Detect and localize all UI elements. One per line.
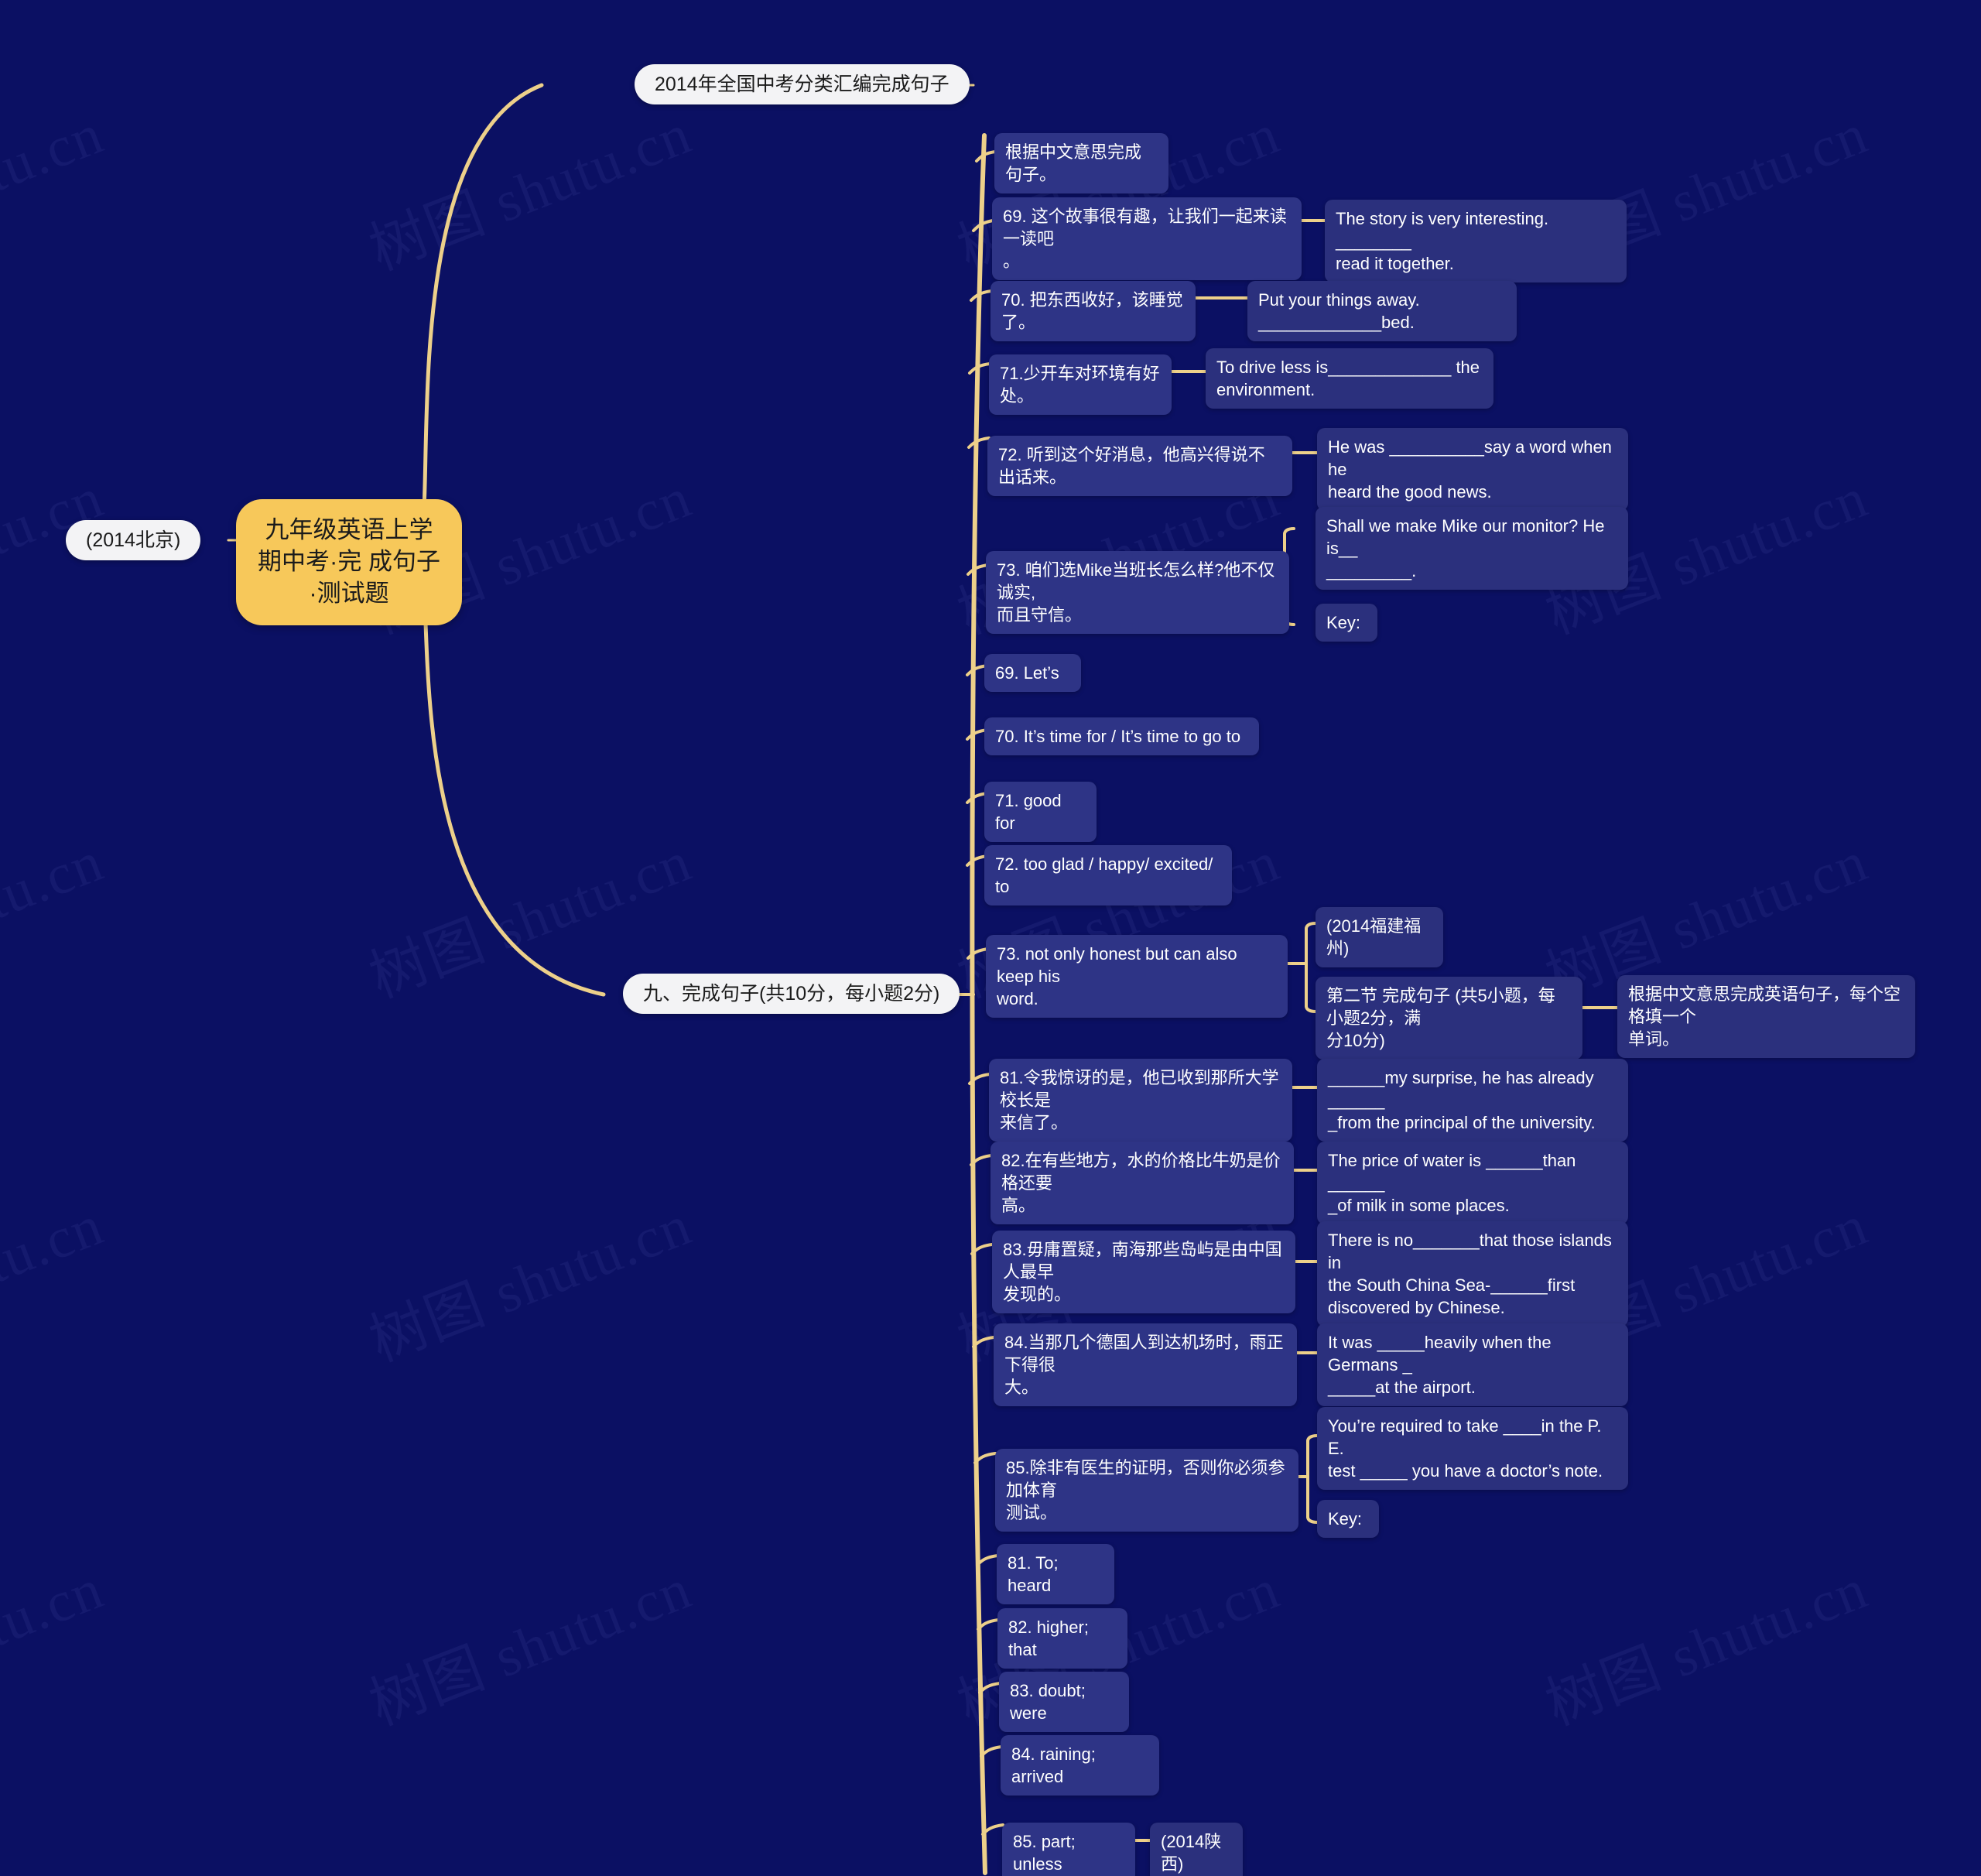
- root-node[interactable]: 九年级英语上学期中考·完 成句子·测试题: [236, 499, 462, 625]
- node-q70[interactable]: 70. 把东西收好，该睡觉了。: [990, 281, 1196, 342]
- node-answer-71[interactable]: 71. good for: [984, 782, 1097, 843]
- node-q83-answer[interactable]: There is no_______that those islands in …: [1317, 1221, 1628, 1327]
- node-fuzhou-tag[interactable]: (2014福建福州): [1316, 907, 1443, 968]
- node-q85-answer[interactable]: You’re required to take ____in the P. E.…: [1317, 1407, 1628, 1491]
- root-left-tag[interactable]: (2014北京): [66, 520, 201, 560]
- node-answer-84[interactable]: 84. raining; arrived: [1001, 1735, 1159, 1796]
- watermark-text: 树图 shutu.cn: [0, 829, 112, 1010]
- node-q84[interactable]: 84.当那几个德国人到达机场时，雨正下得很 大。: [994, 1323, 1297, 1407]
- node-answer-82[interactable]: 82. higher; that: [997, 1608, 1127, 1669]
- node-answer-85[interactable]: 85. part; unless: [1002, 1823, 1135, 1876]
- watermark-text: 树图 shutu.cn: [0, 1556, 112, 1737]
- node-q69[interactable]: 69. 这个故事很有趣，让我们一起来读一读吧 。: [992, 197, 1302, 281]
- node-answer-70[interactable]: 70. It’s time for / It’s time to go to: [984, 717, 1259, 756]
- branch-title-section9[interactable]: 九、完成句子(共10分，每小题2分): [623, 974, 960, 1014]
- node-q71-answer[interactable]: To drive less is_____________ the enviro…: [1206, 348, 1493, 409]
- node-answer-83[interactable]: 83. doubt; were: [999, 1672, 1129, 1733]
- node-key-2[interactable]: Key:: [1317, 1500, 1379, 1539]
- node-answer-69[interactable]: 69. Let’s: [984, 654, 1081, 693]
- node-q72-answer[interactable]: He was __________say a word when he hear…: [1317, 428, 1628, 512]
- node-q72[interactable]: 72. 听到这个好消息，他高兴得说不出话来。: [987, 436, 1292, 497]
- node-q70-answer[interactable]: Put your things away. _____________bed.: [1247, 281, 1517, 342]
- watermark-text: 树图 shutu.cn: [0, 1193, 112, 1374]
- watermark-text: 树图 shutu.cn: [361, 1193, 700, 1374]
- watermark-text: 树图 shutu.cn: [0, 101, 112, 282]
- node-answer-72[interactable]: 72. too glad / happy/ excited/ to: [984, 845, 1232, 906]
- node-q84-answer[interactable]: It was _____heavily when the Germans _ _…: [1317, 1323, 1628, 1407]
- node-section2-note[interactable]: 根据中文意思完成英语句子，每个空格填一个 单词。: [1617, 975, 1915, 1059]
- node-q71[interactable]: 71.少开车对环境有好处。: [989, 354, 1172, 416]
- mindmap-canvas: 树图 shutu.cn 树图 shutu.cn 树图 shutu.cn 树图 shut…: [0, 0, 1981, 1876]
- node-q85[interactable]: 85.除非有医生的证明，否则你必须参加体育 测试。: [995, 1449, 1298, 1532]
- watermark-text: 树图 shutu.cn: [361, 101, 700, 283]
- node-q81[interactable]: 81.令我惊讶的是，他已收到那所大学校长是 来信了。: [989, 1059, 1292, 1142]
- node-intro[interactable]: 根据中文意思完成句子。: [994, 133, 1168, 194]
- node-q81-answer[interactable]: ______my surprise, he has already ______…: [1317, 1059, 1628, 1142]
- node-q73[interactable]: 73. 咱们选Mike当班长怎么样?他不仅诚实, 而且守信。: [986, 551, 1289, 635]
- node-q82[interactable]: 82.在有些地方，水的价格比牛奶是价格还要 高。: [990, 1142, 1294, 1225]
- branch-title-national[interactable]: 2014年全国中考分类汇编完成句子: [635, 64, 970, 104]
- node-answer-81[interactable]: 81. To; heard: [997, 1544, 1114, 1605]
- node-section2[interactable]: 第二节 完成句子 (共5小题，每小题2分，满 分10分): [1316, 977, 1582, 1060]
- node-answer-73[interactable]: 73. not only honest but can also keep hi…: [986, 935, 1288, 1018]
- node-key-1[interactable]: Key:: [1316, 604, 1377, 642]
- node-q82-answer[interactable]: The price of water is ______than ______ …: [1317, 1142, 1628, 1225]
- node-shaanxi-tag[interactable]: (2014陕西): [1150, 1823, 1243, 1876]
- node-q73-answer[interactable]: Shall we make Mike our monitor? He is__ …: [1316, 507, 1628, 591]
- node-q69-answer[interactable]: The story is very interesting. ________ …: [1325, 200, 1627, 283]
- watermark-text: 树图 shutu.cn: [1538, 1556, 1877, 1738]
- node-q83[interactable]: 83.毋庸置疑，南海那些岛屿是由中国人最早 发现的。: [992, 1231, 1295, 1314]
- watermark-text: 树图 shutu.cn: [361, 1556, 700, 1738]
